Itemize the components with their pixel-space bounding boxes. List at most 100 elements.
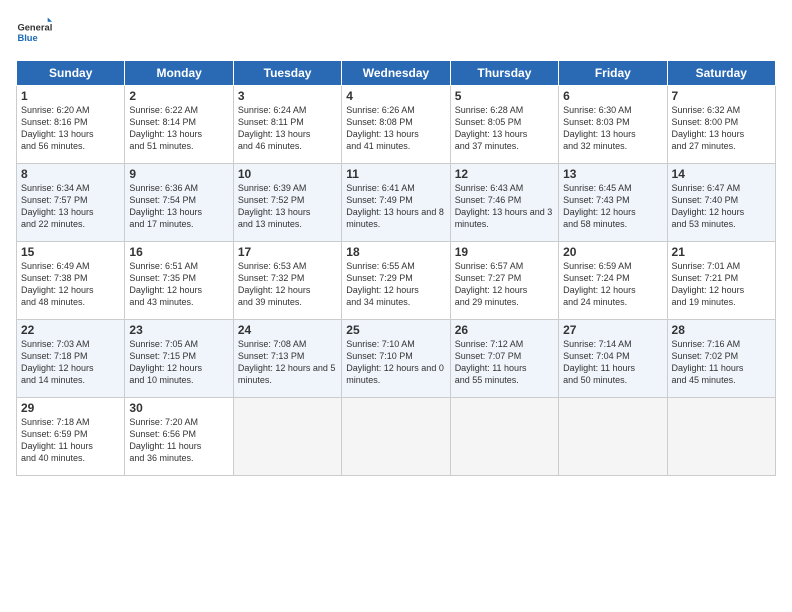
cell-info: Sunrise: 6:20 AM Sunset: 8:16 PM Dayligh… xyxy=(21,104,120,153)
table-row: 9 Sunrise: 6:36 AM Sunset: 7:54 PM Dayli… xyxy=(125,164,233,242)
table-row: 4 Sunrise: 6:26 AM Sunset: 8:08 PM Dayli… xyxy=(342,86,450,164)
calendar-table: Sunday Monday Tuesday Wednesday Thursday… xyxy=(16,60,776,476)
day-number: 2 xyxy=(129,89,228,103)
table-row: 11 Sunrise: 6:41 AM Sunset: 7:49 PM Dayl… xyxy=(342,164,450,242)
svg-text:Blue: Blue xyxy=(17,33,37,43)
logo-icon: General Blue xyxy=(16,16,52,52)
cell-info: Sunrise: 6:36 AM Sunset: 7:54 PM Dayligh… xyxy=(129,182,228,231)
day-number: 1 xyxy=(21,89,120,103)
cell-info: Sunrise: 6:30 AM Sunset: 8:03 PM Dayligh… xyxy=(563,104,662,153)
table-row: 2 Sunrise: 6:22 AM Sunset: 8:14 PM Dayli… xyxy=(125,86,233,164)
day-number: 29 xyxy=(21,401,120,415)
cell-info: Sunrise: 7:18 AM Sunset: 6:59 PM Dayligh… xyxy=(21,416,120,465)
cell-info: Sunrise: 7:16 AM Sunset: 7:02 PM Dayligh… xyxy=(672,338,771,387)
table-row: 8 Sunrise: 6:34 AM Sunset: 7:57 PM Dayli… xyxy=(17,164,125,242)
table-row: 17 Sunrise: 6:53 AM Sunset: 7:32 PM Dayl… xyxy=(233,242,341,320)
col-thursday: Thursday xyxy=(450,61,558,86)
cell-info: Sunrise: 6:51 AM Sunset: 7:35 PM Dayligh… xyxy=(129,260,228,309)
cell-info: Sunrise: 6:22 AM Sunset: 8:14 PM Dayligh… xyxy=(129,104,228,153)
col-monday: Monday xyxy=(125,61,233,86)
col-tuesday: Tuesday xyxy=(233,61,341,86)
table-row: 20 Sunrise: 6:59 AM Sunset: 7:24 PM Dayl… xyxy=(559,242,667,320)
table-row: 14 Sunrise: 6:47 AM Sunset: 7:40 PM Dayl… xyxy=(667,164,775,242)
cell-info: Sunrise: 6:47 AM Sunset: 7:40 PM Dayligh… xyxy=(672,182,771,231)
table-row xyxy=(342,398,450,476)
calendar-week-row: 22 Sunrise: 7:03 AM Sunset: 7:18 PM Dayl… xyxy=(17,320,776,398)
day-number: 7 xyxy=(672,89,771,103)
col-sunday: Sunday xyxy=(17,61,125,86)
svg-text:General: General xyxy=(17,22,52,32)
day-number: 10 xyxy=(238,167,337,181)
day-number: 9 xyxy=(129,167,228,181)
table-row: 1 Sunrise: 6:20 AM Sunset: 8:16 PM Dayli… xyxy=(17,86,125,164)
table-row: 28 Sunrise: 7:16 AM Sunset: 7:02 PM Dayl… xyxy=(667,320,775,398)
calendar-week-row: 15 Sunrise: 6:49 AM Sunset: 7:38 PM Dayl… xyxy=(17,242,776,320)
day-number: 18 xyxy=(346,245,445,259)
table-row: 5 Sunrise: 6:28 AM Sunset: 8:05 PM Dayli… xyxy=(450,86,558,164)
table-row: 12 Sunrise: 6:43 AM Sunset: 7:46 PM Dayl… xyxy=(450,164,558,242)
day-number: 24 xyxy=(238,323,337,337)
day-number: 3 xyxy=(238,89,337,103)
cell-info: Sunrise: 6:49 AM Sunset: 7:38 PM Dayligh… xyxy=(21,260,120,309)
day-number: 14 xyxy=(672,167,771,181)
cell-info: Sunrise: 6:59 AM Sunset: 7:24 PM Dayligh… xyxy=(563,260,662,309)
table-row: 27 Sunrise: 7:14 AM Sunset: 7:04 PM Dayl… xyxy=(559,320,667,398)
cell-info: Sunrise: 6:28 AM Sunset: 8:05 PM Dayligh… xyxy=(455,104,554,153)
cell-info: Sunrise: 7:08 AM Sunset: 7:13 PM Dayligh… xyxy=(238,338,337,387)
calendar-week-row: 1 Sunrise: 6:20 AM Sunset: 8:16 PM Dayli… xyxy=(17,86,776,164)
table-row: 18 Sunrise: 6:55 AM Sunset: 7:29 PM Dayl… xyxy=(342,242,450,320)
cell-info: Sunrise: 6:39 AM Sunset: 7:52 PM Dayligh… xyxy=(238,182,337,231)
table-row: 19 Sunrise: 6:57 AM Sunset: 7:27 PM Dayl… xyxy=(450,242,558,320)
day-number: 16 xyxy=(129,245,228,259)
cell-info: Sunrise: 7:05 AM Sunset: 7:15 PM Dayligh… xyxy=(129,338,228,387)
cell-info: Sunrise: 6:26 AM Sunset: 8:08 PM Dayligh… xyxy=(346,104,445,153)
cell-info: Sunrise: 6:41 AM Sunset: 7:49 PM Dayligh… xyxy=(346,182,445,231)
col-wednesday: Wednesday xyxy=(342,61,450,86)
day-number: 26 xyxy=(455,323,554,337)
cell-info: Sunrise: 6:55 AM Sunset: 7:29 PM Dayligh… xyxy=(346,260,445,309)
day-number: 6 xyxy=(563,89,662,103)
cell-info: Sunrise: 7:10 AM Sunset: 7:10 PM Dayligh… xyxy=(346,338,445,387)
page-header: General Blue xyxy=(16,16,776,52)
day-number: 19 xyxy=(455,245,554,259)
cell-info: Sunrise: 6:53 AM Sunset: 7:32 PM Dayligh… xyxy=(238,260,337,309)
table-row: 22 Sunrise: 7:03 AM Sunset: 7:18 PM Dayl… xyxy=(17,320,125,398)
table-row: 13 Sunrise: 6:45 AM Sunset: 7:43 PM Dayl… xyxy=(559,164,667,242)
cell-info: Sunrise: 7:12 AM Sunset: 7:07 PM Dayligh… xyxy=(455,338,554,387)
day-number: 8 xyxy=(21,167,120,181)
calendar-week-row: 29 Sunrise: 7:18 AM Sunset: 6:59 PM Dayl… xyxy=(17,398,776,476)
table-row: 21 Sunrise: 7:01 AM Sunset: 7:21 PM Dayl… xyxy=(667,242,775,320)
day-number: 27 xyxy=(563,323,662,337)
table-row: 30 Sunrise: 7:20 AM Sunset: 6:56 PM Dayl… xyxy=(125,398,233,476)
day-number: 25 xyxy=(346,323,445,337)
table-row: 24 Sunrise: 7:08 AM Sunset: 7:13 PM Dayl… xyxy=(233,320,341,398)
day-number: 4 xyxy=(346,89,445,103)
day-number: 15 xyxy=(21,245,120,259)
day-number: 28 xyxy=(672,323,771,337)
cell-info: Sunrise: 6:57 AM Sunset: 7:27 PM Dayligh… xyxy=(455,260,554,309)
day-number: 17 xyxy=(238,245,337,259)
table-row xyxy=(667,398,775,476)
day-number: 20 xyxy=(563,245,662,259)
logo: General Blue xyxy=(16,16,52,52)
col-saturday: Saturday xyxy=(667,61,775,86)
cell-info: Sunrise: 6:43 AM Sunset: 7:46 PM Dayligh… xyxy=(455,182,554,231)
cell-info: Sunrise: 6:34 AM Sunset: 7:57 PM Dayligh… xyxy=(21,182,120,231)
table-row xyxy=(559,398,667,476)
cell-info: Sunrise: 7:20 AM Sunset: 6:56 PM Dayligh… xyxy=(129,416,228,465)
table-row: 10 Sunrise: 6:39 AM Sunset: 7:52 PM Dayl… xyxy=(233,164,341,242)
calendar-week-row: 8 Sunrise: 6:34 AM Sunset: 7:57 PM Dayli… xyxy=(17,164,776,242)
calendar-header-row: Sunday Monday Tuesday Wednesday Thursday… xyxy=(17,61,776,86)
day-number: 11 xyxy=(346,167,445,181)
table-row: 23 Sunrise: 7:05 AM Sunset: 7:15 PM Dayl… xyxy=(125,320,233,398)
table-row: 25 Sunrise: 7:10 AM Sunset: 7:10 PM Dayl… xyxy=(342,320,450,398)
cell-info: Sunrise: 6:32 AM Sunset: 8:00 PM Dayligh… xyxy=(672,104,771,153)
day-number: 5 xyxy=(455,89,554,103)
day-number: 22 xyxy=(21,323,120,337)
cell-info: Sunrise: 7:03 AM Sunset: 7:18 PM Dayligh… xyxy=(21,338,120,387)
table-row: 26 Sunrise: 7:12 AM Sunset: 7:07 PM Dayl… xyxy=(450,320,558,398)
day-number: 21 xyxy=(672,245,771,259)
table-row xyxy=(233,398,341,476)
table-row: 15 Sunrise: 6:49 AM Sunset: 7:38 PM Dayl… xyxy=(17,242,125,320)
cell-info: Sunrise: 7:14 AM Sunset: 7:04 PM Dayligh… xyxy=(563,338,662,387)
